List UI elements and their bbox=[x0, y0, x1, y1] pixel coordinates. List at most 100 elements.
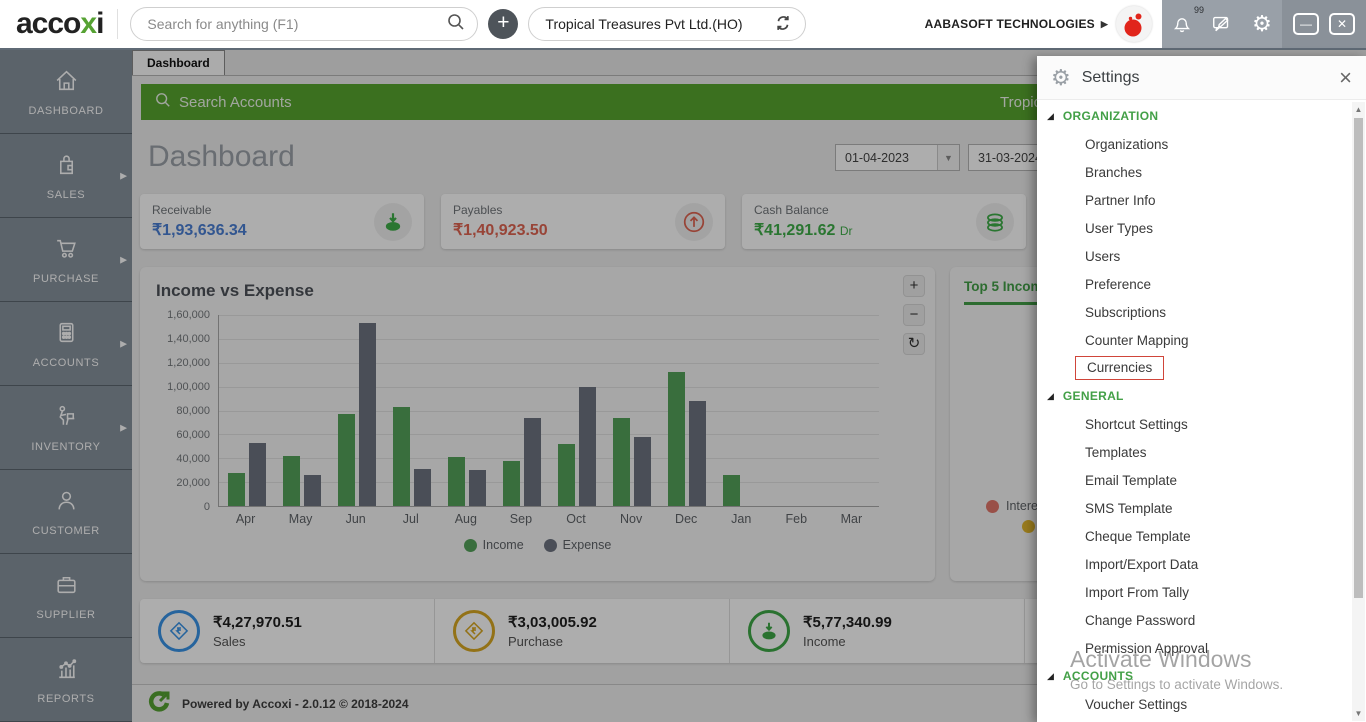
settings-section-general[interactable]: ◢ GENERAL bbox=[1037, 382, 1352, 410]
rupee-diamond-icon bbox=[158, 610, 200, 652]
settings-item-users[interactable]: Users bbox=[1037, 242, 1352, 270]
settings-item-user-types[interactable]: User Types bbox=[1037, 214, 1352, 242]
scrollbar-thumb[interactable] bbox=[1354, 118, 1363, 598]
expense-bar-aug[interactable] bbox=[468, 469, 486, 506]
settings-scrollbar[interactable]: ▲ ▼ bbox=[1352, 102, 1365, 721]
income-bar-jan[interactable] bbox=[722, 474, 740, 506]
company-selector[interactable]: Tropical Treasures Pvt Ltd.(HO) bbox=[528, 7, 807, 41]
settings-item-organizations[interactable]: Organizations bbox=[1037, 130, 1352, 158]
chevron-down-icon[interactable]: ▼ bbox=[937, 145, 959, 170]
settings-item-voucher-settings[interactable]: Voucher Settings bbox=[1037, 690, 1352, 718]
settings-section-organization[interactable]: ◢ ORGANIZATION bbox=[1037, 102, 1352, 130]
income-bar-apr[interactable] bbox=[227, 472, 245, 506]
sidebar-item-sales[interactable]: SALES ▶ bbox=[0, 134, 132, 218]
accoxi-logo: acco x i bbox=[0, 9, 117, 39]
settings-item-change-password[interactable]: Change Password bbox=[1037, 606, 1352, 634]
y-tick-label: 1,20,000 bbox=[167, 357, 210, 369]
settings-item-counter-mapping[interactable]: Counter Mapping bbox=[1037, 326, 1352, 354]
switch-company-icon[interactable] bbox=[773, 13, 793, 36]
sales-label: Sales bbox=[213, 634, 246, 649]
feedback-message-icon[interactable] bbox=[1208, 10, 1236, 38]
x-tick-label: Feb bbox=[785, 512, 808, 526]
coin-down-arrow-icon bbox=[374, 202, 412, 241]
minimize-button[interactable]: — bbox=[1293, 13, 1319, 35]
zoom-in-button[interactable]: + bbox=[903, 275, 925, 297]
avatar[interactable] bbox=[1116, 6, 1152, 42]
expense-bar-may[interactable] bbox=[303, 474, 321, 506]
expense-bar-nov[interactable] bbox=[633, 437, 651, 506]
add-new-button[interactable]: + bbox=[488, 9, 519, 39]
expense-bar-dec[interactable] bbox=[688, 400, 706, 506]
close-settings-icon[interactable]: × bbox=[1339, 66, 1352, 89]
y-tick-label: 80,000 bbox=[176, 405, 210, 417]
bar-group-sep bbox=[494, 315, 549, 506]
settings-item-preference[interactable]: Preference bbox=[1037, 270, 1352, 298]
receivable-card[interactable]: Receivable ₹1,93,636.34 bbox=[140, 194, 424, 249]
settings-item-subscriptions[interactable]: Subscriptions bbox=[1037, 298, 1352, 326]
expense-bar-jun[interactable] bbox=[358, 322, 376, 506]
sidebar-item-purchase[interactable]: PURCHASE ▶ bbox=[0, 218, 132, 302]
settings-item-shortcut-settings[interactable]: Shortcut Settings bbox=[1037, 410, 1352, 438]
y-tick-label: 1,60,000 bbox=[167, 309, 210, 321]
x-tick-label: Aug bbox=[454, 512, 477, 526]
income-total: ₹5,77,340.99 Income bbox=[730, 599, 1025, 663]
purchase-value: ₹3,03,005.92 bbox=[508, 614, 597, 631]
scroll-down-icon[interactable]: ▼ bbox=[1352, 709, 1365, 718]
settings-item-import-from-tally[interactable]: Import From Tally bbox=[1037, 578, 1352, 606]
chart-body: 0 20,000 40,000 60,000 80,000 1,00,000 1,20,00… bbox=[156, 309, 919, 513]
x-tick-label: Jun bbox=[345, 512, 366, 526]
payables-card[interactable]: Payables ₹1,40,923.50 bbox=[441, 194, 725, 249]
settings-item-import-export-data[interactable]: Import/Export Data bbox=[1037, 550, 1352, 578]
income-bar-sep[interactable] bbox=[502, 460, 520, 506]
notifications-bell-icon[interactable]: 99 bbox=[1168, 5, 1204, 38]
income-bar-dec[interactable] bbox=[667, 371, 685, 506]
card-value: ₹1,93,636.34 bbox=[152, 222, 247, 239]
income-bar-nov[interactable] bbox=[612, 417, 630, 506]
income-bar-jun[interactable] bbox=[337, 414, 355, 506]
sidebar-item-inventory[interactable]: INVENTORY ▶ bbox=[0, 386, 132, 470]
sidebar-item-customer[interactable]: CUSTOMER bbox=[0, 470, 132, 554]
settings-item-partner-info[interactable]: Partner Info bbox=[1037, 186, 1352, 214]
settings-item-templates[interactable]: Templates bbox=[1037, 438, 1352, 466]
income-bar-oct[interactable] bbox=[557, 443, 575, 506]
bar-group-oct bbox=[549, 315, 604, 506]
settings-item-sms-template[interactable]: SMS Template bbox=[1037, 494, 1352, 522]
sidebar-item-dashboard[interactable]: DASHBOARD bbox=[0, 50, 132, 134]
zoom-out-button[interactable]: − bbox=[903, 304, 925, 326]
tab-dashboard[interactable]: Dashboard bbox=[132, 50, 225, 75]
settings-item-cheque-template[interactable]: Cheque Template bbox=[1037, 522, 1352, 550]
close-button[interactable]: ✕ bbox=[1329, 13, 1355, 35]
footer-text: Powered by Accoxi - 2.0.12 © 2018-2024 bbox=[182, 696, 409, 711]
search-icon[interactable] bbox=[155, 92, 171, 113]
income-bar-aug[interactable] bbox=[447, 457, 465, 506]
card-label: Cash Balance bbox=[754, 203, 829, 217]
settings-item-permission-approval[interactable]: Permission Approval bbox=[1037, 634, 1352, 662]
expense-bar-oct[interactable] bbox=[578, 386, 596, 506]
card-label: Receivable bbox=[152, 203, 212, 217]
expense-bar-jul[interactable] bbox=[413, 469, 431, 506]
settings-item-email-template[interactable]: Email Template bbox=[1037, 466, 1352, 494]
income-expense-chart-panel: Income vs Expense + − ↻ 0 20,000 40,000 60,… bbox=[140, 267, 935, 581]
scroll-up-icon[interactable]: ▲ bbox=[1352, 105, 1365, 114]
income-bar-jul[interactable] bbox=[392, 406, 410, 506]
settings-item-branches[interactable]: Branches bbox=[1037, 158, 1352, 186]
user-menu[interactable]: AABASOFT TECHNOLOGIES ▶ bbox=[925, 17, 1116, 31]
settings-item-currencies[interactable]: Currencies bbox=[1037, 354, 1352, 382]
settings-gear-icon[interactable]: ⚙ bbox=[1248, 10, 1276, 38]
settings-section-accounts[interactable]: ◢ ACCOUNTS bbox=[1037, 662, 1352, 690]
sidebar-item-reports[interactable]: REPORTS bbox=[0, 638, 132, 722]
sales-total: ₹4,27,970.51 Sales bbox=[140, 599, 435, 663]
expense-bar-sep[interactable] bbox=[523, 418, 541, 506]
global-search-input[interactable] bbox=[147, 16, 448, 32]
cash-balance-card[interactable]: Cash Balance ₹41,291.62 Dr bbox=[742, 194, 1026, 249]
sidebar-item-supplier[interactable]: SUPPLIER bbox=[0, 554, 132, 638]
search-accounts-placeholder[interactable]: Search Accounts bbox=[179, 94, 292, 111]
caret-right-icon: ▶ bbox=[1100, 18, 1108, 29]
customer-person-icon bbox=[53, 487, 80, 519]
income-bar-may[interactable] bbox=[282, 455, 300, 506]
refresh-chart-button[interactable]: ↻ bbox=[903, 333, 925, 355]
expense-bar-apr[interactable] bbox=[248, 443, 266, 506]
date-from-picker[interactable]: 01-04-2023 ▼ bbox=[835, 144, 960, 171]
search-icon[interactable] bbox=[447, 13, 465, 36]
sidebar-item-accounts[interactable]: ACCOUNTS ▶ bbox=[0, 302, 132, 386]
